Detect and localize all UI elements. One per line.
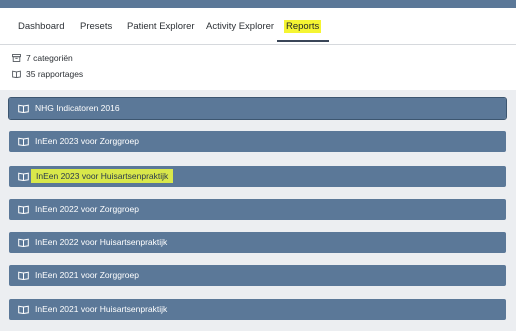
report-row-label: InEen 2022 voor Huisartsenpraktijk bbox=[35, 237, 168, 247]
tab-dashboard[interactable]: Dashboard bbox=[18, 17, 64, 43]
report-row-inEen-2022-huisartsenpraktijk[interactable]: InEen 2022 voor Huisartsenpraktijk bbox=[9, 232, 506, 253]
book-icon bbox=[18, 172, 29, 181]
book-icon bbox=[18, 205, 29, 214]
book-icon bbox=[18, 305, 29, 314]
report-row-nhg-2016[interactable]: NHG Indicatoren 2016 bbox=[8, 97, 507, 120]
categories-count-text: 7 categoriën bbox=[26, 53, 73, 63]
report-row-label: InEen 2022 voor Zorggroep bbox=[35, 204, 139, 214]
report-row-inEen-2023-huisartsenpraktijk[interactable]: InEen 2023 voor Huisartsenpraktijk bbox=[9, 166, 506, 187]
archive-icon bbox=[12, 54, 21, 62]
report-row-inEen-2021-huisartsenpraktijk[interactable]: InEen 2021 voor Huisartsenpraktijk bbox=[9, 299, 506, 320]
tab-patient-explorer-label: Patient Explorer bbox=[127, 21, 195, 32]
report-row-inEen-2023-zorggroep[interactable]: InEen 2023 voor Zorggroep bbox=[9, 131, 506, 152]
app-top-bar bbox=[0, 0, 516, 8]
report-row-inEen-2022-zorggroep[interactable]: InEen 2022 voor Zorggroep bbox=[9, 199, 506, 220]
reports-list: NHG Indicatoren 2016 InEen 2023 voor Zor… bbox=[0, 90, 516, 331]
tab-presets-label: Presets bbox=[80, 21, 113, 32]
tab-presets[interactable]: Presets bbox=[80, 17, 112, 43]
book-icon bbox=[18, 104, 29, 113]
book-icon bbox=[18, 238, 29, 247]
tab-activity-explorer-label: Activity Explorer bbox=[206, 21, 275, 32]
tab-patient-explorer[interactable]: Patient Explorer bbox=[127, 17, 195, 43]
report-row-label: InEen 2021 voor Zorggroep bbox=[35, 270, 139, 280]
reports-count-text: 35 rapportages bbox=[26, 69, 84, 79]
categories-count: 7 categoriën bbox=[12, 52, 73, 64]
tab-dashboard-label: Dashboard bbox=[18, 21, 65, 32]
report-row-label: InEen 2021 voor Huisartsenpraktijk bbox=[35, 304, 168, 314]
book-icon bbox=[18, 137, 29, 146]
book-icon bbox=[18, 271, 29, 280]
report-row-label: InEen 2023 voor Zorggroep bbox=[35, 136, 139, 146]
tab-activity-explorer[interactable]: Activity Explorer bbox=[206, 17, 274, 43]
tab-reports-label: Reports bbox=[284, 20, 322, 33]
report-row-label-highlighted: InEen 2023 voor Huisartsenpraktijk bbox=[31, 169, 174, 183]
report-row-inEen-2021-zorggroep[interactable]: InEen 2021 voor Zorggroep bbox=[9, 265, 506, 286]
book-icon bbox=[12, 70, 21, 78]
reports-count: 35 rapportages bbox=[12, 68, 83, 80]
active-tab-indicator bbox=[277, 40, 329, 42]
main-nav: Dashboard Presets Patient Explorer Activ… bbox=[0, 8, 516, 45]
report-row-label: NHG Indicatoren 2016 bbox=[35, 103, 120, 113]
